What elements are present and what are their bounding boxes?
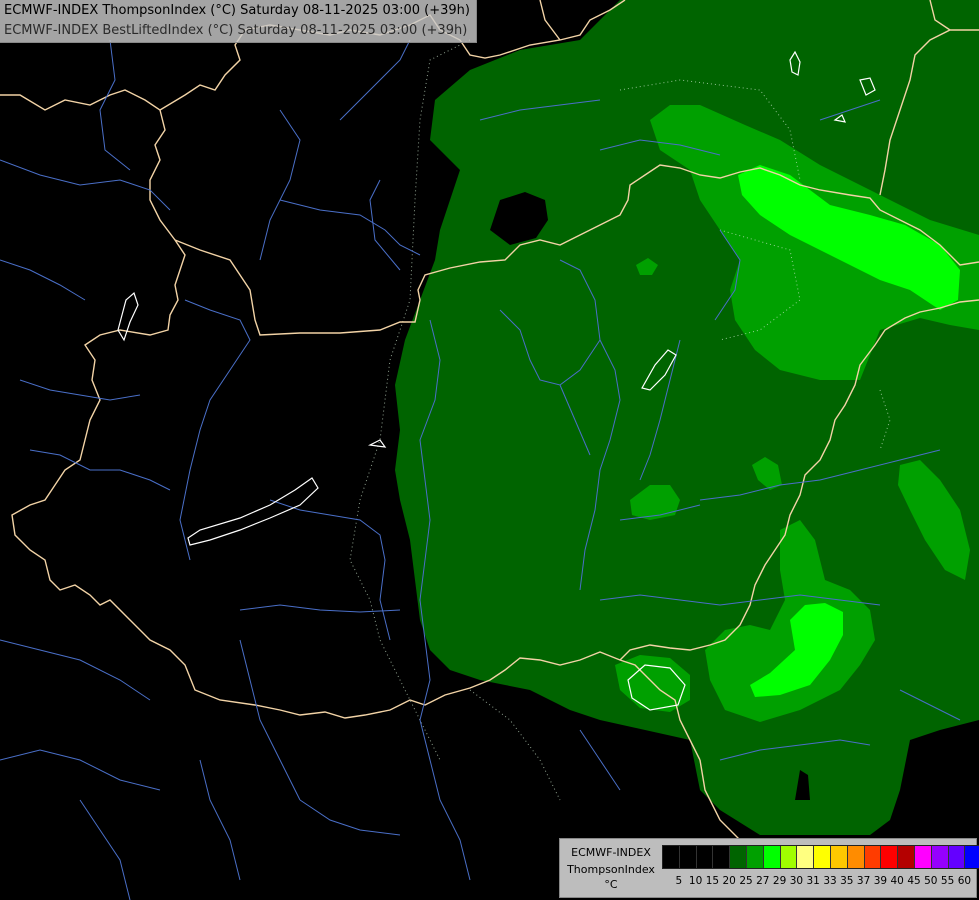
- legend-swatch: [696, 846, 714, 868]
- legend-swatch: [663, 846, 680, 868]
- legend-ticks: 5 10 15 20 25 27 29 30 31 33 35 37 39 40 45 50 55 60: [662, 875, 979, 889]
- title-best-lifted-index: ECMWF-INDEX BestLiftedIndex (°C) Saturda…: [4, 23, 468, 38]
- legend-tick-label: 30: [789, 875, 804, 887]
- legend-unit: °C: [604, 878, 618, 891]
- legend-tick-label: 5: [675, 875, 683, 887]
- legend-tick-label: 45: [907, 875, 921, 887]
- legend-tick-label: 20: [722, 875, 736, 887]
- legend-swatch: [965, 846, 979, 868]
- legend-swatch: [948, 846, 966, 868]
- legend-tick-label: 25: [739, 875, 753, 887]
- legend-swatch: [730, 846, 747, 868]
- legend-swatch: [881, 846, 899, 868]
- color-legend: ECMWF-INDEX ThompsonIndex °C 5 10 15 20 25 27…: [559, 838, 979, 898]
- legend-swatch: [847, 846, 865, 868]
- legend-swatch: [746, 846, 764, 868]
- legend-swatch: [780, 846, 798, 868]
- legend-parameter: ThompsonIndex: [567, 863, 655, 876]
- legend-swatch: [713, 846, 731, 868]
- legend-tick-label: 39: [873, 875, 888, 887]
- legend-tick-label: 27: [756, 875, 770, 887]
- legend-swatch: [931, 846, 949, 868]
- legend-source: ECMWF-INDEX: [571, 846, 651, 859]
- legend-swatch: [864, 846, 882, 868]
- legend-tick-label: 31: [806, 875, 820, 887]
- title-thompson-index: ECMWF-INDEX ThompsonIndex (°C) Saturday …: [4, 3, 470, 18]
- legend-tick-label: 35: [840, 875, 854, 887]
- map-title-box: ECMWF-INDEX ThompsonIndex (°C) Saturday …: [0, 0, 477, 43]
- legend-tick-label: 15: [705, 875, 720, 887]
- legend-tick-label: 33: [823, 875, 837, 887]
- legend-tick-label: 55: [940, 875, 955, 887]
- legend-swatch: [814, 846, 831, 868]
- legend-tick-label: 60: [957, 875, 972, 887]
- legend-tick-label: 37: [856, 875, 871, 887]
- legend-tick-label: 10: [688, 875, 703, 887]
- legend-swatch: [914, 846, 932, 868]
- legend-tick-label: 40: [890, 875, 904, 887]
- weather-map: [0, 0, 979, 900]
- legend-swatch: [679, 846, 697, 868]
- legend-swatch: [797, 846, 815, 868]
- legend-tick-label: 29: [772, 875, 787, 887]
- legend-swatches: [662, 845, 979, 869]
- legend-tick-label: 50: [924, 875, 938, 887]
- legend-swatch: [830, 846, 848, 868]
- legend-swatch: [763, 846, 781, 868]
- legend-swatch: [898, 846, 915, 868]
